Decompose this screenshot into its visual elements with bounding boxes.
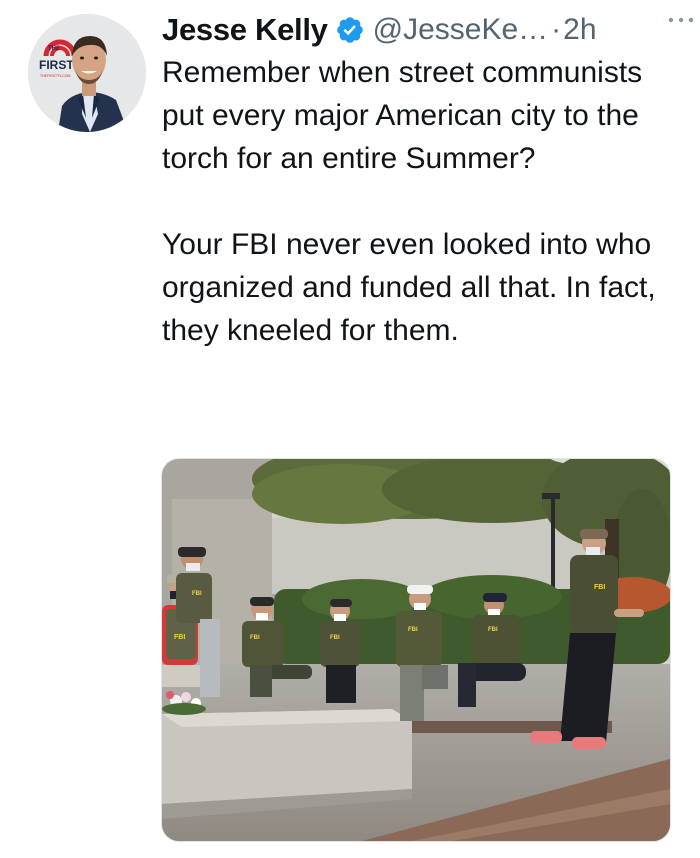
more-horizontal-icon[interactable] (666, 10, 696, 30)
svg-text:THE: THE (48, 46, 60, 52)
svg-text:FBI: FBI (488, 627, 498, 633)
svg-text:FBI: FBI (330, 635, 340, 641)
verified-badge-icon (336, 17, 363, 43)
svg-text:FBI: FBI (250, 635, 260, 641)
tweet-paragraph-2: Your FBI never even looked into who orga… (162, 228, 656, 347)
avatar-image: THE FIRST THEFIRSTTV.COM (28, 14, 146, 132)
tweet-paragraph-1: Remember when street communists put ever… (162, 56, 643, 175)
tweet-header: Jesse Kelly @JesseKe… · 2h (162, 8, 692, 52)
svg-text:THEFIRSTTV.COM: THEFIRSTTV.COM (40, 74, 70, 78)
tweet[interactable]: THE FIRST THEFIRSTTV.COM Jesse Kelly @Je… (0, 0, 700, 858)
svg-text:FBI: FBI (192, 591, 202, 597)
tweet-text: Remember when street communists put ever… (162, 51, 672, 352)
avatar[interactable]: THE FIRST THEFIRSTTV.COM (28, 14, 146, 132)
svg-text:FIRST: FIRST (39, 58, 74, 72)
tweet-timestamp[interactable]: 2h (563, 13, 596, 47)
svg-text:FBI: FBI (408, 627, 418, 633)
svg-text:FBI: FBI (174, 634, 185, 641)
photo-fbi-agents-kneeling: FBI FBI FBI FBI FBI FBI FBI (162, 459, 670, 841)
author-name[interactable]: Jesse Kelly (162, 12, 328, 48)
author-handle[interactable]: @JesseKe… (373, 13, 549, 47)
tweet-photo[interactable]: FBI FBI FBI FBI FBI FBI FBI (161, 458, 671, 842)
svg-text:FBI: FBI (594, 584, 605, 591)
separator-dot: · (551, 13, 562, 46)
